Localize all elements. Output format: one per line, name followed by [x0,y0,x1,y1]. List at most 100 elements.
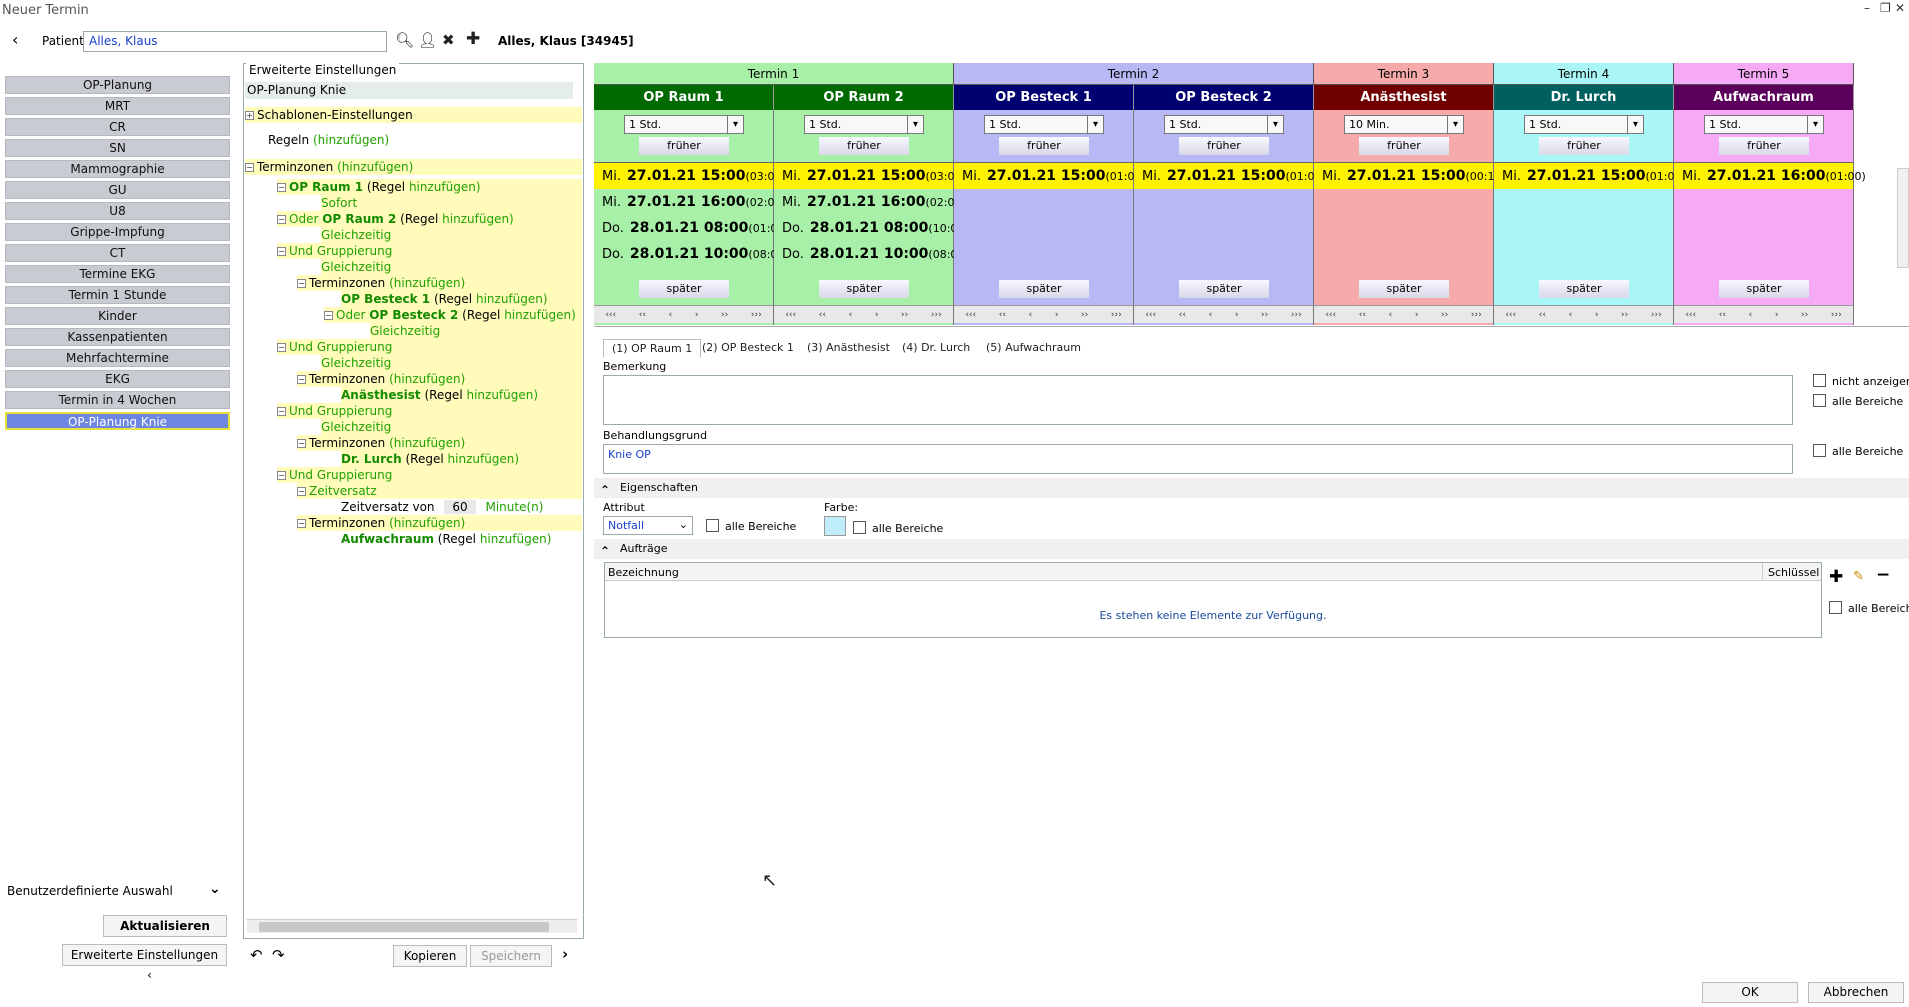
page-nav-button[interactable]: ›› [1441,310,1448,320]
time-slot[interactable]: Mi. 27.01.21 15:00(03:00) [774,163,966,189]
tree-row[interactable]: − Zeitversatz [297,483,582,499]
offset-minutes-input[interactable]: 60 [444,500,476,514]
save-button[interactable]: Speichern [470,945,552,967]
tree-row[interactable]: − Terminzonen (hinzufügen) [297,275,582,291]
page-nav-button[interactable]: ‹‹‹ [605,310,616,320]
orders-col-key[interactable]: Schlüssel [1762,563,1819,581]
refresh-button[interactable]: Aktualisieren [103,915,227,937]
page-nav-button[interactable]: ›› [1801,310,1808,320]
tree-row[interactable]: − Und Gruppierung [277,339,582,355]
orders-all-areas-checkbox[interactable]: alle Bereiche [1829,601,1909,615]
time-slot[interactable]: Do. 28.01.21 08:00(10:00) [774,215,969,241]
nav-item[interactable]: Grippe-Impfung [5,223,230,241]
collapse-icon[interactable]: − [277,471,286,480]
page-nav-button[interactable]: ‹ [1029,310,1033,320]
time-slot[interactable]: Mi. 27.01.21 16:00(02:00) [774,189,966,215]
back-arrow-icon[interactable]: ‹ [12,30,18,49]
tree-link[interactable]: Und Gruppierung [289,468,392,482]
properties-section-header[interactable]: Eigenschaften [594,478,1909,500]
duration-select[interactable]: 1 Std. [1704,115,1824,134]
page-nav-button[interactable]: › [1235,310,1239,320]
page-nav-button[interactable]: ‹‹ [1179,310,1186,320]
page-nav-button[interactable]: ››› [1831,310,1842,320]
page-nav-button[interactable]: ‹‹ [819,310,826,320]
time-slot[interactable]: Do. 28.01.21 10:00(08:00) [594,241,789,267]
page-nav-button[interactable]: ‹‹ [1719,310,1726,320]
tree-row[interactable]: − Terminzonen (hinzufügen) [245,159,582,175]
restore-button[interactable]: ❐ [1880,1,1891,15]
page-nav-button[interactable]: ››› [1651,310,1662,320]
later-button[interactable]: später [819,280,909,298]
tree-link[interactable]: Sofort [321,196,357,210]
time-slot[interactable]: Mi. 27.01.21 16:00(02:00) [594,189,786,215]
close-window-button[interactable]: ✕ [1895,1,1905,15]
color-all-areas-checkbox[interactable]: alle Bereiche [853,521,943,535]
page-nav-button[interactable]: ‹‹‹ [965,310,976,320]
earlier-button[interactable]: früher [1539,137,1629,155]
tree-link[interactable]: (hinzufügen) [337,160,413,174]
minimize-button[interactable]: – [1864,1,1870,15]
add-icon[interactable]: ✚ [466,29,480,49]
advanced-settings-button[interactable]: Erweiterte Einstellungen ‹ [62,944,227,982]
nav-item[interactable]: U8 [5,202,230,220]
duration-select[interactable]: 1 Std. [984,115,1104,134]
tree-row[interactable]: − Oder OP Raum 2 (Regel hinzufügen) [277,211,582,227]
collapse-icon[interactable]: − [297,519,306,528]
time-slot[interactable]: Do. 28.01.21 10:00(08:00) [774,241,969,267]
tab-5[interactable]: (5) Aufwachraum [978,339,1089,356]
nav-item[interactable]: OP-Planung [5,76,230,94]
page-nav-button[interactable]: ‹‹ [639,310,646,320]
edit-order-icon[interactable]: ✎ [1853,569,1864,584]
page-nav-button[interactable]: ‹‹ [999,310,1006,320]
tree-row[interactable]: Gleichzeitig [321,419,582,435]
tree-row[interactable]: Aufwachraum (Regel hinzufügen) [341,531,582,547]
time-slot[interactable]: Mi. 27.01.21 15:00(01:00) [1494,163,1686,189]
tree-link[interactable]: hinzufügen) [480,532,552,546]
page-nav-button[interactable]: › [875,310,879,320]
nav-item[interactable]: Kassenpatienten [5,328,230,346]
nav-item[interactable]: GU [5,181,230,199]
tree-row[interactable]: Gleichzeitig [321,227,582,243]
nav-item[interactable]: OP-Planung Knie [5,412,230,430]
page-nav-button[interactable]: ››› [1291,310,1302,320]
tree-link[interactable]: Oder [336,308,365,322]
nav-item[interactable]: Termine EKG [5,265,230,283]
tree-link[interactable]: Gleichzeitig [321,260,391,274]
duration-select[interactable]: 1 Std. [1164,115,1284,134]
tree-row[interactable]: − Oder OP Besteck 2 (Regel hinzufügen) [324,307,582,323]
person-icon[interactable]: 👤︎ [418,31,437,49]
tree-scrollbar[interactable] [247,919,577,933]
page-nav-button[interactable]: ‹ [1569,310,1573,320]
nav-item[interactable]: CT [5,244,230,262]
expand-icon[interactable]: + [245,111,254,120]
reason-all-areas-checkbox[interactable]: alle Bereiche [1813,444,1903,458]
clear-icon[interactable]: ✖ [442,31,455,49]
remove-order-icon[interactable]: − [1876,565,1890,585]
later-button[interactable]: später [639,280,729,298]
attribute-all-areas-checkbox[interactable]: alle Bereiche [706,519,796,533]
tree-link[interactable]: Minute(n) [485,500,543,514]
tree-link[interactable]: (hinzufügen) [313,133,389,147]
collapse-icon[interactable]: − [297,279,306,288]
duration-select[interactable]: 10 Min. [1344,115,1464,134]
cancel-button[interactable]: Abbrechen [1808,982,1904,1003]
collapse-icon[interactable]: − [297,487,306,496]
time-slot[interactable]: Mi. 27.01.21 16:00(01:00) [1674,163,1866,189]
page-nav-button[interactable]: ›› [1261,310,1268,320]
tree-link[interactable]: Gleichzeitig [321,228,391,242]
page-nav-button[interactable]: ‹‹ [1359,310,1366,320]
collapse-icon[interactable]: − [245,163,254,172]
collapse-icon[interactable]: − [277,247,286,256]
tree-row[interactable]: Gleichzeitig [321,355,582,371]
earlier-button[interactable]: früher [999,137,1089,155]
tree-row[interactable]: Zeitversatz von 60 Minute(n) [341,499,582,515]
tree-link[interactable]: hinzufügen) [409,180,481,194]
grid-scrollbar[interactable] [1897,168,1909,268]
later-button[interactable]: später [1179,280,1269,298]
page-nav-button[interactable]: ‹ [1209,310,1213,320]
page-nav-button[interactable]: ‹ [669,310,673,320]
collapse-icon[interactable]: − [277,343,286,352]
redo-icon[interactable]: ↷ [272,946,285,964]
later-button[interactable]: später [999,280,1089,298]
hide-checkbox[interactable]: nicht anzeigen [1813,374,1909,388]
